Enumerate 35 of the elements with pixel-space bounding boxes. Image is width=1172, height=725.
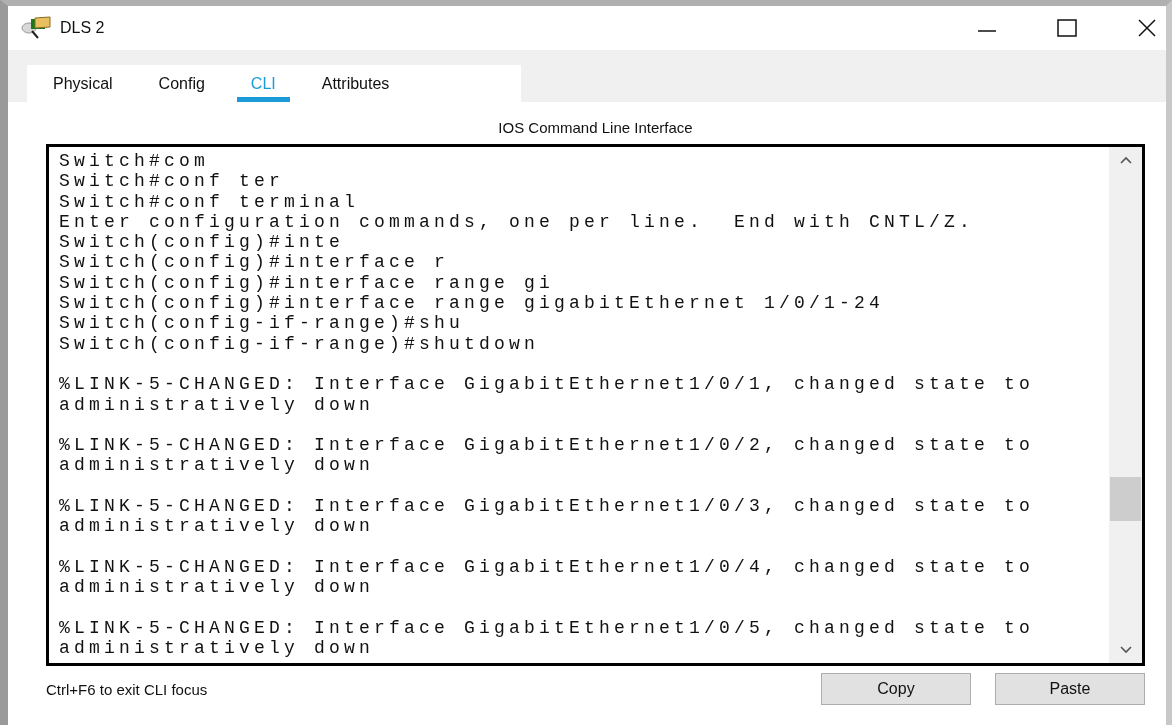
window-title: DLS 2: [60, 19, 105, 37]
terminal-line: %LINK-5-CHANGED: Interface GigabitEthernet1/0/5, changed state to: [59, 617, 1035, 639]
terminal-line: Enter configuration commands, one per line. End with CNTL/Z.: [59, 211, 975, 233]
terminal-line: administratively down: [59, 394, 375, 415]
terminal-line: Switch#conf terminal: [59, 191, 360, 212]
terminal-line: %LINK-5-CHANGED: Interface GigabitEthernet1/0/2, changed state to: [59, 435, 1035, 456]
tab[interactable]: Physical: [53, 65, 113, 102]
terminal-line: %LINK-5-CHANGED: Interface GigabitEthernet1/0/3, changed state to: [59, 496, 1035, 517]
panel-title: IOS Command Line Interface: [497, 118, 694, 138]
tab[interactable]: Config: [158, 65, 205, 102]
terminal-line: administratively down: [59, 577, 375, 598]
terminal-line: %LINK-5-CHANGED: Interface GigabitEthernet1/0/1, changed state to: [59, 374, 1035, 395]
terminal-line: Switch#com: [59, 151, 210, 172]
terminal-line: Switch#conf ter: [59, 171, 285, 192]
terminal-line: %LINK-5-CHANGED: Interface GigabitEthernet1/0/4, changed state to: [59, 556, 1035, 578]
switch-device-icon: [20, 16, 54, 40]
paste-button[interactable]: Paste: [995, 673, 1145, 705]
terminal-line: Switch(config)#interface r: [59, 252, 450, 273]
scrollbar[interactable]: [1109, 147, 1142, 663]
close-icon[interactable]: [1136, 17, 1158, 39]
scrollbar-thumb[interactable]: [1110, 477, 1141, 521]
copy-button[interactable]: Copy: [821, 673, 971, 705]
maximize-icon[interactable]: [1056, 17, 1078, 39]
terminal-line: administratively down: [59, 455, 375, 476]
scroll-down-icon[interactable]: [1118, 645, 1133, 655]
tab[interactable]: Attributes: [321, 65, 390, 102]
terminal-line: Switch(config)#interface range gi: [59, 272, 555, 294]
focus-hint: Ctrl+F6 to exit CLI focus: [46, 680, 208, 698]
terminal-line: Switch(config)#interface range gigabitEthernet 1/0/1-24: [59, 293, 885, 314]
scroll-up-icon[interactable]: [1118, 155, 1133, 165]
terminal-line: Switch(config-if-range)#shutdown: [59, 333, 540, 354]
terminal-line: administratively down: [59, 516, 375, 537]
terminal-line: Switch(config)#inte: [59, 232, 345, 253]
terminal-line: Switch(config-if-range)#shu: [59, 313, 465, 334]
terminal-line: administratively down: [59, 638, 375, 659]
